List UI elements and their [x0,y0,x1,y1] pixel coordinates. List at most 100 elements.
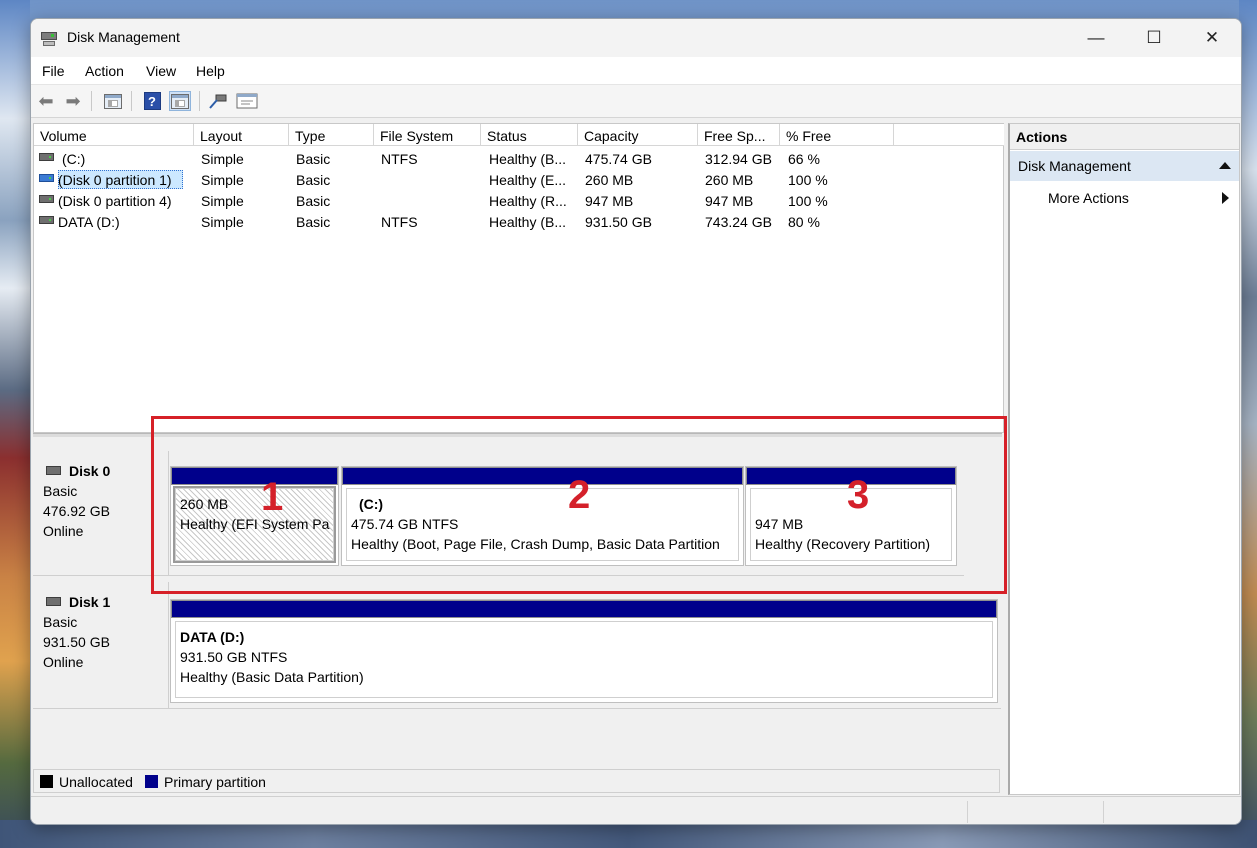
cell-layout: Simple [201,193,244,209]
back-arrow-icon[interactable]: ⬅ [35,91,57,111]
disk-1-name: Disk 1 [43,592,168,612]
volume-drive-icon [39,174,54,182]
partition-status: Healthy (Basic Data Partition) [180,669,364,685]
cell-type: Basic [296,214,331,230]
cell-percent-free: 80 % [788,214,820,230]
table-row[interactable]: (C:) Simple Basic NTFS Healthy (B... 475… [34,148,1003,169]
more-actions-item[interactable]: More Actions [1048,190,1129,206]
partition-label: DATA (D:) [180,629,245,645]
column-file-system[interactable]: File System [374,124,481,146]
menu-view[interactable]: View [146,63,176,79]
actions-pane: Actions Disk Management More Actions [1008,123,1240,795]
disk-1-size: 931.50 GB [43,634,110,650]
column-capacity[interactable]: Capacity [578,124,698,146]
table-row-selected[interactable]: (Disk 0 partition 1) Simple Basic Health… [34,169,1003,190]
cell-status: Healthy (R... [489,193,567,209]
table-row[interactable]: (Disk 0 partition 4) Simple Basic Health… [34,190,1003,211]
submenu-arrow-icon[interactable] [1222,192,1229,204]
legend-bar: Unallocated Primary partition [33,769,1000,793]
cell-file-system: NTFS [381,151,418,167]
connect-disk-icon[interactable] [207,91,229,111]
cell-free-space: 947 MB [705,193,754,209]
cell-free-space: 743.24 GB [705,214,772,230]
show-action-pane-icon[interactable] [169,91,191,111]
menu-help[interactable]: Help [196,63,225,79]
column-volume[interactable]: Volume [34,124,194,146]
cell-status: Healthy (B... [489,214,567,230]
disk-0-name-text: Disk 0 [69,463,111,479]
toolbar-separator [91,91,92,111]
disk-0-info[interactable]: Disk 0 Basic 476.92 GB Online [33,451,169,576]
disk-drive-icon [46,597,61,606]
column-percent-free[interactable]: % Free [780,124,894,146]
cell-type: Basic [296,193,331,209]
column-filler [894,124,1004,146]
table-row[interactable]: DATA (D:) Simple Basic NTFS Healthy (B..… [34,211,1003,232]
disk-0-kind: Basic [43,483,78,499]
volume-list: Volume Layout Type File System Status Ca… [33,123,1004,433]
column-status[interactable]: Status [481,124,578,146]
toolbar-separator [131,91,132,111]
legend-primary-partition: Primary partition [164,774,266,790]
cell-free-space: 312.94 GB [705,151,772,167]
properties-icon[interactable] [236,91,258,111]
disk-management-app-icon [40,31,58,47]
annotation-number: 2 [568,473,591,517]
cell-volume: (C:) [62,151,86,167]
legend-unallocated: Unallocated [59,774,133,790]
menu-action[interactable]: Action [85,63,124,79]
cell-capacity: 260 MB [585,172,634,188]
show-hide-console-tree-icon[interactable] [102,91,124,111]
close-button[interactable]: ✕ [1183,19,1241,57]
disk-1-state: Online [43,654,84,670]
maximize-button[interactable]: ☐ [1125,19,1183,57]
cell-volume: DATA (D:) [58,214,120,230]
cell-capacity: 931.50 GB [585,214,652,230]
cell-file-system: NTFS [381,214,418,230]
help-icon[interactable]: ? [141,91,163,111]
disk-1-info[interactable]: Disk 1 Basic 931.50 GB Online [33,582,169,709]
disk-1-partitions: DATA (D:) 931.50 GB NTFS Healthy (Basic … [169,582,1001,709]
volume-drive-icon [39,195,54,203]
title-bar: Disk Management — ☐ ✕ [31,19,1241,57]
annotation-number: 1 [261,475,284,519]
volume-drive-icon [39,216,54,224]
cell-volume: (Disk 0 partition 4) [58,193,172,209]
cell-layout: Simple [201,214,244,230]
toolbar: ⬅ ➡ ? [31,85,1241,118]
minimize-button[interactable]: — [1067,19,1125,57]
partition-size: 931.50 GB NTFS [180,649,288,665]
status-bar [31,796,1241,824]
primary-partition-bar [171,600,997,618]
column-type[interactable]: Type [289,124,374,146]
collapse-caret-icon[interactable] [1219,162,1231,169]
cell-free-space: 260 MB [705,172,754,188]
cell-percent-free: 100 % [788,193,828,209]
cell-capacity: 947 MB [585,193,634,209]
partition-body: DATA (D:) 931.50 GB NTFS Healthy (Basic … [175,621,993,698]
partition-data[interactable]: DATA (D:) 931.50 GB NTFS Healthy (Basic … [170,599,998,703]
column-free-space[interactable]: Free Sp... [698,124,780,146]
status-separator [1103,801,1104,823]
actions-header: Actions [1010,124,1239,150]
disk-drive-icon [46,466,61,475]
desktop-wallpaper-left [0,0,30,848]
menu-bar: File Action View Help [31,57,1241,85]
unallocated-swatch [40,775,53,788]
cell-type: Basic [296,151,331,167]
status-separator [967,801,968,823]
actions-section-label: Disk Management [1018,158,1131,174]
cell-volume: (Disk 0 partition 1) [58,172,172,188]
annotation-number: 3 [847,473,870,517]
forward-arrow-icon[interactable]: ➡ [62,91,84,111]
cell-status: Healthy (B... [489,151,567,167]
column-layout[interactable]: Layout [194,124,289,146]
disk-0-name: Disk 0 [43,461,168,481]
menu-file[interactable]: File [42,63,65,79]
volume-drive-icon [39,153,54,161]
cell-capacity: 475.74 GB [585,151,652,167]
primary-partition-swatch [145,775,158,788]
actions-section-disk-management[interactable]: Disk Management [1010,151,1239,181]
disk-0-state: Online [43,523,84,539]
disk-management-window: Disk Management — ☐ ✕ File Action View H… [30,18,1242,825]
